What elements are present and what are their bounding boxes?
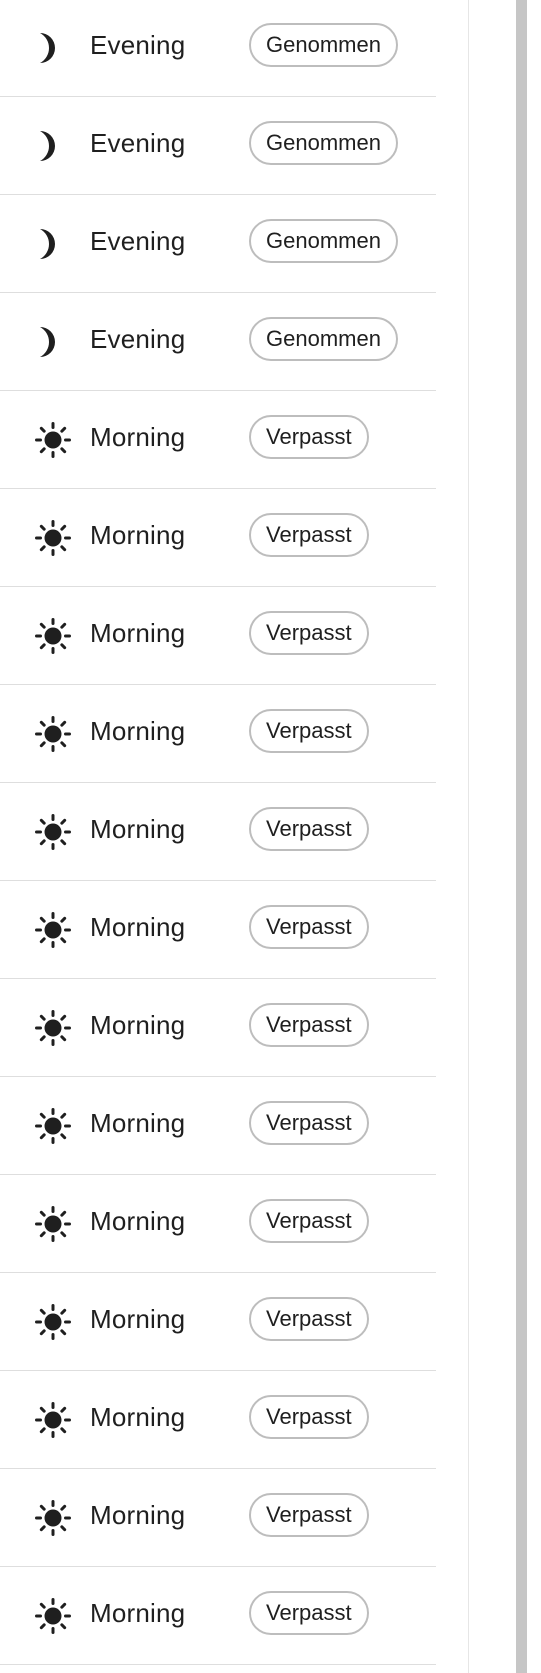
sun-icon <box>34 911 72 949</box>
sun-icon <box>34 1303 72 1341</box>
moon-icon <box>34 323 72 361</box>
status-chip[interactable]: Verpasst <box>249 807 369 851</box>
period-label: Evening <box>90 128 186 158</box>
period-label: Morning <box>90 1206 186 1236</box>
status-chip[interactable]: Verpasst <box>249 1199 369 1243</box>
period-label: Morning <box>90 1598 186 1628</box>
status-chip[interactable]: Genommen <box>249 317 398 361</box>
status-chip[interactable]: Verpasst <box>249 415 369 459</box>
list-item: Morning Verpasst <box>0 1077 436 1175</box>
sun-icon <box>34 1499 72 1537</box>
sun-icon <box>34 813 72 851</box>
status-chip[interactable]: Verpasst <box>249 1003 369 1047</box>
list-item: Morning Verpasst <box>0 489 436 587</box>
list-item: Morning Verpasst <box>0 1175 436 1273</box>
period-label: Morning <box>90 422 186 452</box>
period-label: Morning <box>90 1108 186 1138</box>
period-label: Morning <box>90 1304 186 1334</box>
list-item: Morning Verpasst <box>0 1469 436 1567</box>
period-label: Morning <box>90 1402 186 1432</box>
list-item: Morning Verpasst <box>0 587 436 685</box>
list-item: Morning Verpasst <box>0 685 436 783</box>
list-item: Morning Verpasst <box>0 1371 436 1469</box>
sun-icon <box>34 519 72 557</box>
status-chip[interactable]: Verpasst <box>249 905 369 949</box>
status-chip[interactable]: Genommen <box>249 121 398 165</box>
sun-icon <box>34 715 72 753</box>
status-chip[interactable]: Genommen <box>249 219 398 263</box>
status-chip[interactable]: Verpasst <box>249 611 369 655</box>
period-label: Morning <box>90 1010 186 1040</box>
list-item: Evening Genommen <box>0 293 436 391</box>
list-item: Morning Verpasst <box>0 783 436 881</box>
status-chip[interactable]: Verpasst <box>249 709 369 753</box>
period-label: Morning <box>90 1500 186 1530</box>
period-label: Morning <box>90 716 186 746</box>
list-item: Evening Genommen <box>0 195 436 293</box>
sun-icon <box>34 1597 72 1635</box>
list-item: Morning Verpasst <box>0 979 436 1077</box>
sun-icon <box>34 1401 72 1439</box>
scrollbar-thumb[interactable] <box>516 0 527 1673</box>
status-chip[interactable]: Verpasst <box>249 1395 369 1439</box>
list-item: Evening Genommen <box>0 0 436 97</box>
moon-icon <box>34 225 72 263</box>
list-item: Evening Genommen <box>0 97 436 195</box>
period-label: Evening <box>90 226 186 256</box>
list-item: Morning Verpasst <box>0 391 436 489</box>
status-chip[interactable]: Genommen <box>249 23 398 67</box>
status-chip[interactable]: Verpasst <box>249 1493 369 1537</box>
period-label: Morning <box>90 912 186 942</box>
moon-icon <box>34 29 72 67</box>
period-label: Evening <box>90 30 186 60</box>
status-chip[interactable]: Verpasst <box>249 513 369 557</box>
moon-icon <box>34 127 72 165</box>
period-label: Morning <box>90 618 186 648</box>
list-item: Morning Verpasst <box>0 881 436 979</box>
status-chip[interactable]: Verpasst <box>249 1101 369 1145</box>
status-chip[interactable]: Verpasst <box>249 1297 369 1341</box>
period-label: Evening <box>90 324 186 354</box>
list-item: Morning Verpasst <box>0 1273 436 1371</box>
period-label: Morning <box>90 814 186 844</box>
status-chip[interactable]: Verpasst <box>249 1591 369 1635</box>
sun-icon <box>34 617 72 655</box>
sun-icon <box>34 1107 72 1145</box>
sun-icon <box>34 1205 72 1243</box>
pane-divider <box>468 0 469 1673</box>
sun-icon <box>34 421 72 459</box>
list-item: Morning Verpasst <box>0 1567 436 1665</box>
period-label: Morning <box>90 520 186 550</box>
sun-icon <box>34 1009 72 1047</box>
dose-history-list: Evening Genommen Evening Genommen Evenin… <box>0 0 436 1673</box>
